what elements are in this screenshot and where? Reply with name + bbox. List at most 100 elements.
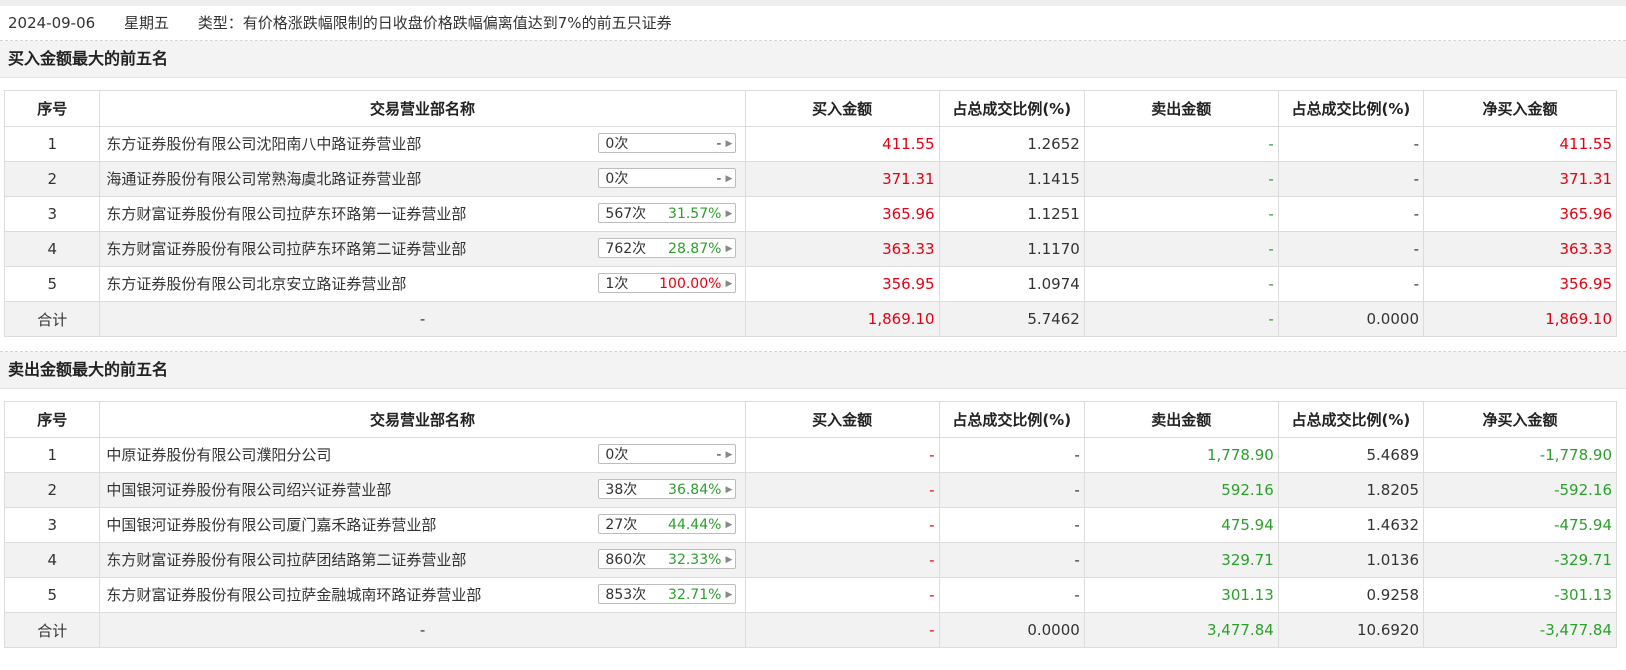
buy-ratio: - (938, 577, 1085, 613)
branch-name-link[interactable]: 东方财富证券股份有限公司拉萨东环路第一证券营业部 (106, 197, 466, 231)
sell-amount: 592.16 (1083, 472, 1279, 508)
col-branch-name: 交易营业部名称 (99, 90, 746, 127)
col-index: 序号 (3, 401, 101, 438)
sell-ratio: - (1277, 161, 1425, 197)
buy-amount: 363.33 (744, 231, 940, 267)
net-buy-amount: 365.96 (1423, 196, 1617, 232)
buy-ratio: - (938, 437, 1085, 473)
branch-stats-dropdown[interactable]: 762次 28.87% ▶ (598, 238, 737, 258)
table-row: 1 中原证券股份有限公司濮阳分公司 0次 - ▶ - -1,778.90 5.4689 -1,7… (3, 437, 1617, 473)
listing-count: 762次 (605, 241, 647, 257)
branch-stats-dropdown[interactable]: 567次 31.57% ▶ (598, 203, 737, 223)
row-index: 1 (3, 437, 101, 473)
buy-amount: - (744, 542, 940, 578)
win-rate: 36.84% (668, 482, 722, 498)
buy-amount: - (744, 437, 940, 473)
section-divider (0, 337, 1626, 352)
branch-name-link[interactable]: 东方财富证券股份有限公司拉萨团结路第二证券营业部 (106, 543, 466, 577)
table-row: 5 东方财富证券股份有限公司拉萨金融城南环路证券营业部 853次 32.71% ▶ - -3… (3, 577, 1617, 613)
branch-name-link[interactable]: 中原证券股份有限公司濮阳分公司 (106, 438, 331, 472)
branch-stats-dropdown[interactable]: 853次 32.71% ▶ (598, 584, 737, 604)
table-row: 2 中国银河证券股份有限公司绍兴证券营业部 38次 36.84% ▶ - -592.16 1.… (3, 472, 1617, 508)
col-net-buy: 净买入金额 (1423, 90, 1617, 127)
col-index: 序号 (3, 90, 101, 127)
branch-name-link[interactable]: 中国银河证券股份有限公司绍兴证券营业部 (106, 473, 391, 507)
row-index: 4 (3, 231, 101, 267)
buy-table: 序号 交易营业部名称 买入金额 占总成交比例(%) 卖出金额 占总成交比例(%)… (3, 90, 1617, 337)
branch-name-link[interactable]: 中国银河证券股份有限公司厦门嘉禾路证券营业部 (106, 508, 436, 542)
sell-table-header: 序号 交易营业部名称 买入金额 占总成交比例(%) 卖出金额 占总成交比例(%)… (3, 401, 1617, 438)
table-row: 3 中国银河证券股份有限公司厦门嘉禾路证券营业部 27次 44.44% ▶ - -475.9… (3, 507, 1617, 543)
branch-name-cell: 东方证券股份有限公司北京安立路证券营业部 1次 100.00% ▶ (99, 266, 746, 302)
buy-table-header: 序号 交易营业部名称 买入金额 占总成交比例(%) 卖出金额 占总成交比例(%)… (3, 90, 1617, 127)
sell-amount: 301.13 (1083, 577, 1279, 613)
table-row: 1 东方证券股份有限公司沈阳南八中路证券营业部 0次 - ▶ 411.55 1.2652- -… (3, 126, 1617, 162)
buy-amount: 356.95 (744, 266, 940, 302)
total-net-buy: -3,477.84 (1423, 612, 1617, 648)
col-sell-amount: 卖出金额 (1083, 401, 1279, 438)
list-type: 类型：有价格涨跌幅限制的日收盘价格跌幅偏离值达到7%的前五只证券 (197, 14, 672, 32)
sell-amount: 1,778.90 (1083, 437, 1279, 473)
net-buy-amount: 371.31 (1423, 161, 1617, 197)
buy-amount: 371.31 (744, 161, 940, 197)
buy-ratio: 1.1251 (938, 196, 1085, 232)
triangle-right-icon: ▶ (725, 590, 733, 600)
net-buy-amount: -475.94 (1423, 507, 1617, 543)
total-label: 合计 (3, 612, 101, 648)
listing-count: 860次 (605, 552, 647, 568)
branch-name-link[interactable]: 海通证券股份有限公司常熟海虞北路证券营业部 (106, 162, 421, 196)
branch-name-link[interactable]: 东方财富证券股份有限公司拉萨金融城南环路证券营业部 (106, 578, 481, 612)
net-buy-amount: 363.33 (1423, 231, 1617, 267)
branch-stats-dropdown[interactable]: 0次 - ▶ (598, 444, 737, 464)
branch-name-link[interactable]: 东方证券股份有限公司沈阳南八中路证券营业部 (106, 127, 421, 161)
branch-name-cell: 中国银河证券股份有限公司厦门嘉禾路证券营业部 27次 44.44% ▶ (99, 507, 746, 543)
col-sell-ratio: 占总成交比例(%) (1277, 401, 1425, 438)
buy-ratio: - (938, 542, 1085, 578)
sell-amount: - (1083, 196, 1279, 232)
sell-amount: 329.71 (1083, 542, 1279, 578)
listing-count: 1次 (605, 276, 629, 292)
branch-stats-dropdown[interactable]: 0次 - ▶ (598, 133, 737, 153)
sell-ratio: - (1277, 196, 1425, 232)
net-buy-amount: -1,778.90 (1423, 437, 1617, 473)
listing-count: 853次 (605, 587, 647, 603)
branch-name-cell: 东方证券股份有限公司沈阳南八中路证券营业部 0次 - ▶ (99, 126, 746, 162)
row-index: 4 (3, 542, 101, 578)
buy-amount: - (744, 577, 940, 613)
triangle-right-icon: ▶ (725, 279, 733, 289)
triangle-right-icon: ▶ (725, 555, 733, 565)
net-buy-amount: -329.71 (1423, 542, 1617, 578)
sell-ratio: 1.4632 (1277, 507, 1425, 543)
col-net-buy: 净买入金额 (1423, 401, 1617, 438)
total-sell-ratio: 0.0000 (1277, 301, 1425, 337)
branch-name-cell: 海通证券股份有限公司常熟海虞北路证券营业部 0次 - ▶ (99, 161, 746, 197)
weekday: 星期五 (123, 14, 169, 32)
win-rate: - (716, 171, 722, 187)
total-buy-amount: - (744, 612, 940, 648)
branch-stats-dropdown[interactable]: 27次 44.44% ▶ (598, 514, 737, 534)
branch-stats-dropdown[interactable]: 38次 36.84% ▶ (598, 479, 737, 499)
sell-ratio: 1.0136 (1277, 542, 1425, 578)
buy-ratio: 1.0974 (938, 266, 1085, 302)
listing-count: 0次 (605, 136, 629, 152)
total-label: 合计 (3, 301, 101, 337)
table-row: 5 东方证券股份有限公司北京安立路证券营业部 1次 100.00% ▶ 356.95 1.0… (3, 266, 1617, 302)
total-sell-ratio: 10.6920 (1277, 612, 1425, 648)
branch-stats-dropdown[interactable]: 860次 32.33% ▶ (598, 549, 737, 569)
total-buy-ratio: 0.0000 (938, 612, 1085, 648)
total-buy-ratio: 5.7462 (938, 301, 1085, 337)
triangle-right-icon: ▶ (725, 244, 733, 254)
info-bar: 2024-09-06 星期五 类型：有价格涨跌幅限制的日收盘价格跌幅偏离值达到7… (0, 6, 1626, 41)
branch-name-link[interactable]: 东方证券股份有限公司北京安立路证券营业部 (106, 267, 406, 301)
row-index: 3 (3, 196, 101, 232)
sell-ratio: 0.9258 (1277, 577, 1425, 613)
win-rate: 32.33% (668, 552, 722, 568)
branch-name-cell: 东方财富证券股份有限公司拉萨东环路第一证券营业部 567次 31.57% ▶ (99, 196, 746, 232)
branch-stats-dropdown[interactable]: 0次 - ▶ (598, 168, 737, 188)
win-rate: 100.00% (659, 276, 722, 292)
sell-ratio: 1.8205 (1277, 472, 1425, 508)
sell-amount: - (1083, 231, 1279, 267)
buy-ratio: - (938, 507, 1085, 543)
branch-stats-dropdown[interactable]: 1次 100.00% ▶ (598, 273, 737, 293)
branch-name-link[interactable]: 东方财富证券股份有限公司拉萨东环路第二证券营业部 (106, 232, 466, 266)
